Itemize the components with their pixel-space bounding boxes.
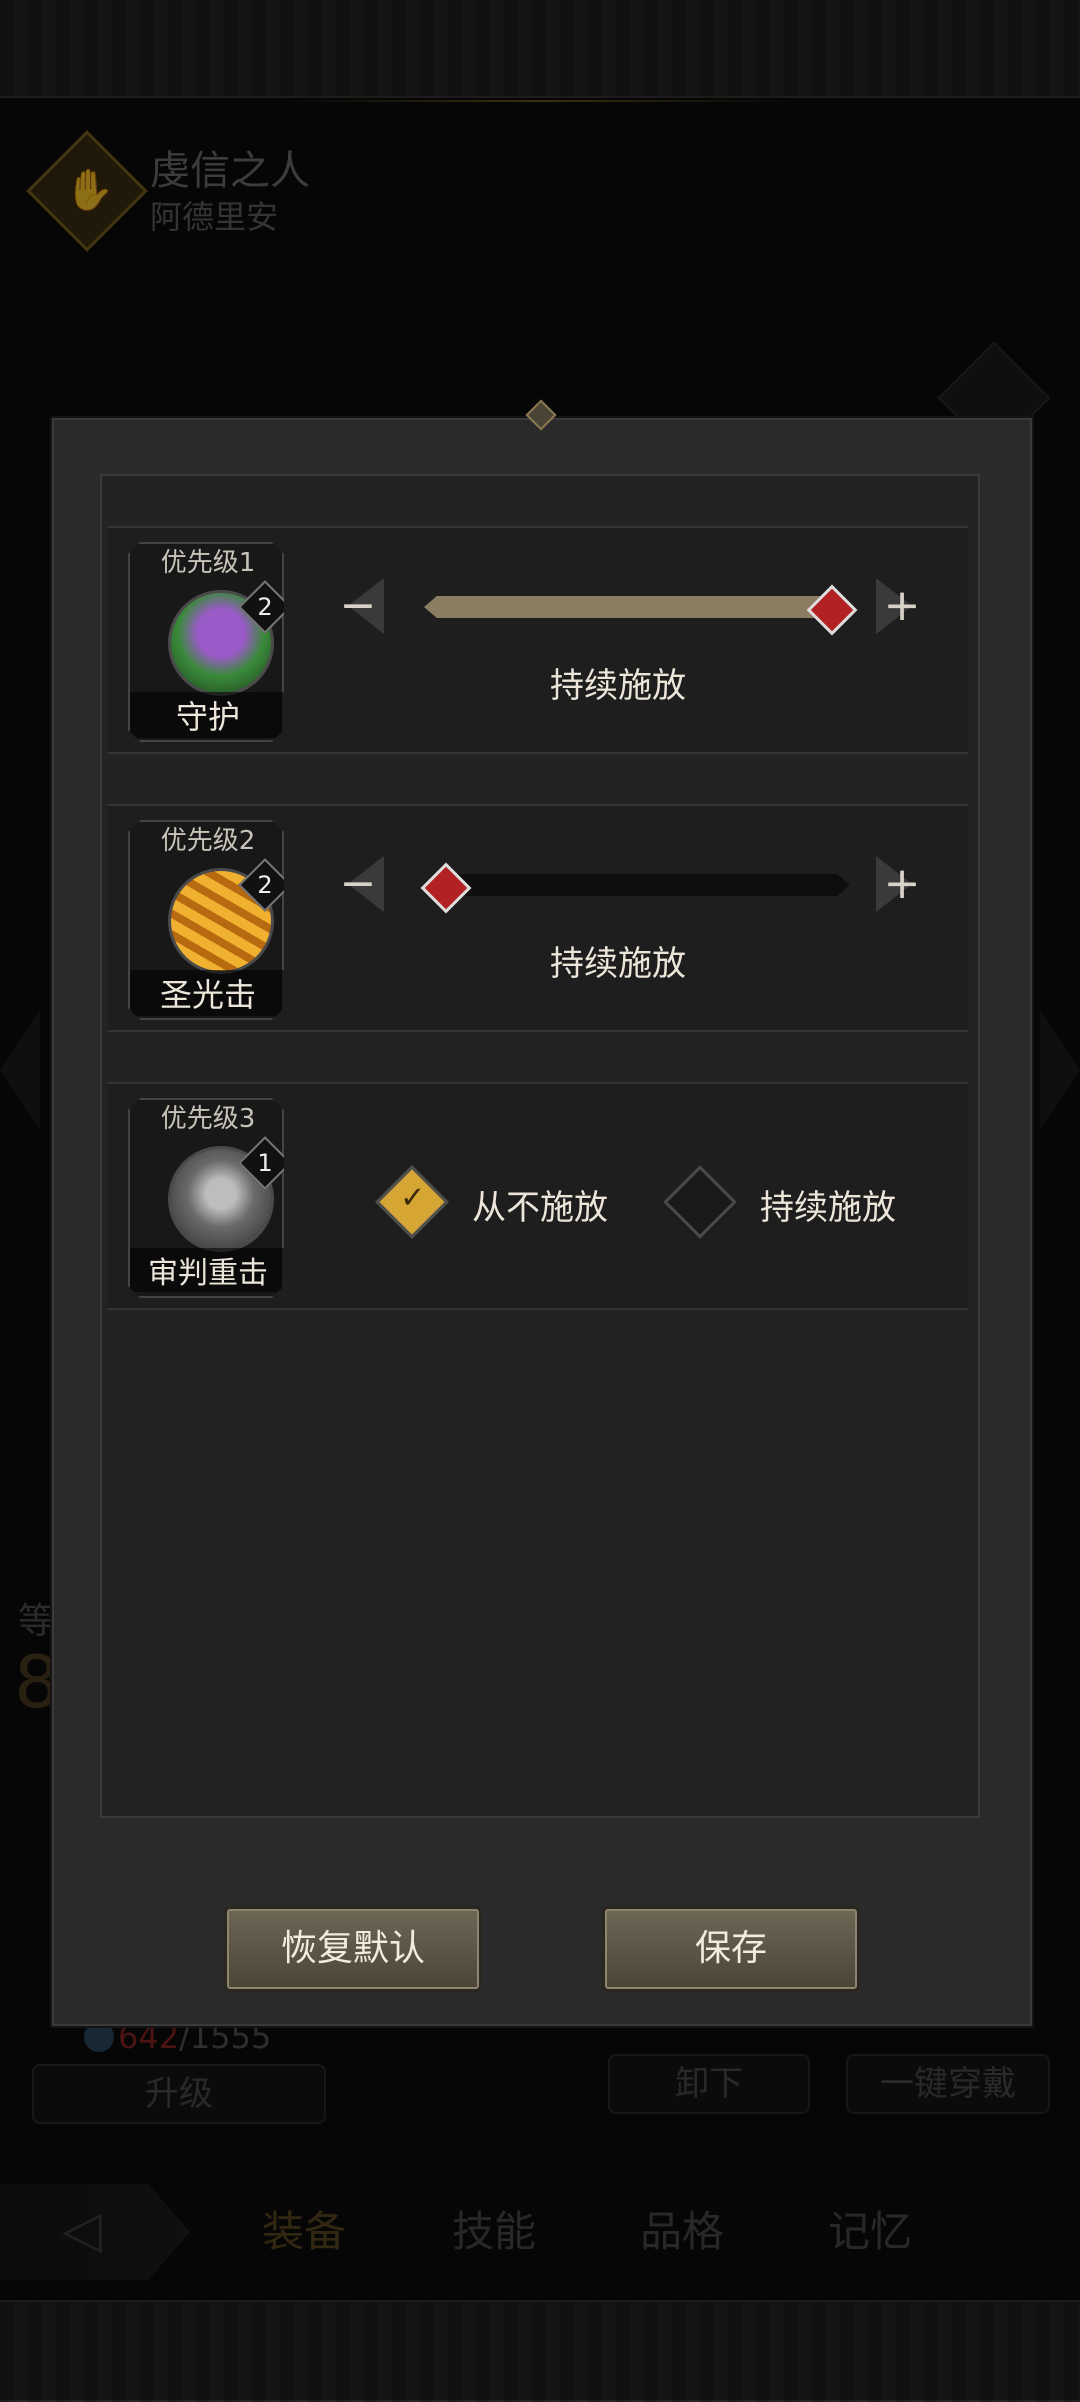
never-cast-checkbox[interactable]: ✓ <box>375 1165 449 1239</box>
minus-icon: − <box>339 580 377 631</box>
cast-slider-fill <box>424 596 830 618</box>
skill-row-2: 优先级2 2 圣光击 − + 持续施放 <box>108 804 968 1032</box>
skill-row-1: 优先级1 2 守护 − + 持续施放 <box>108 526 968 754</box>
cast-slider-thumb[interactable] <box>420 862 472 914</box>
priority-label: 优先级2 <box>160 826 256 856</box>
save-button[interactable]: 保存 <box>602 1906 860 1992</box>
cast-slider-thumb[interactable] <box>806 584 858 636</box>
priority-label: 优先级1 <box>160 548 256 578</box>
always-cast-checkbox[interactable] <box>663 1165 737 1239</box>
skill-slot: 优先级3 1 审判重击 <box>128 1098 284 1298</box>
cast-mode-label: 持续施放 <box>550 944 686 984</box>
skill-slot: 优先级2 2 圣光击 <box>128 820 284 1020</box>
increase-button[interactable]: + <box>874 852 930 916</box>
skill-row-3: 优先级3 1 审判重击 ✓ 从不施放 持续施放 <box>108 1082 968 1310</box>
increase-button[interactable]: + <box>874 574 930 638</box>
decrease-button[interactable]: − <box>330 852 386 916</box>
plus-icon: + <box>883 580 921 631</box>
reset-default-button[interactable]: 恢复默认 <box>224 1906 482 1992</box>
skill-name: 审判重击 <box>130 1248 284 1292</box>
minus-icon: − <box>339 858 377 909</box>
cast-slider-track[interactable] <box>424 874 850 896</box>
skill-slot: 优先级1 2 守护 <box>128 542 284 742</box>
check-icon: ✓ <box>400 1180 426 1216</box>
never-cast-label[interactable]: 从不施放 <box>472 1180 608 1229</box>
cast-slider-track[interactable] <box>424 596 850 618</box>
priority-label: 优先级3 <box>160 1104 256 1134</box>
skill-name: 圣光击 <box>130 970 284 1016</box>
cast-mode-label: 持续施放 <box>550 666 686 706</box>
plus-icon: + <box>883 858 921 909</box>
decrease-button[interactable]: − <box>330 574 386 638</box>
skill-name: 守护 <box>130 692 284 738</box>
always-cast-label[interactable]: 持续施放 <box>760 1180 896 1229</box>
